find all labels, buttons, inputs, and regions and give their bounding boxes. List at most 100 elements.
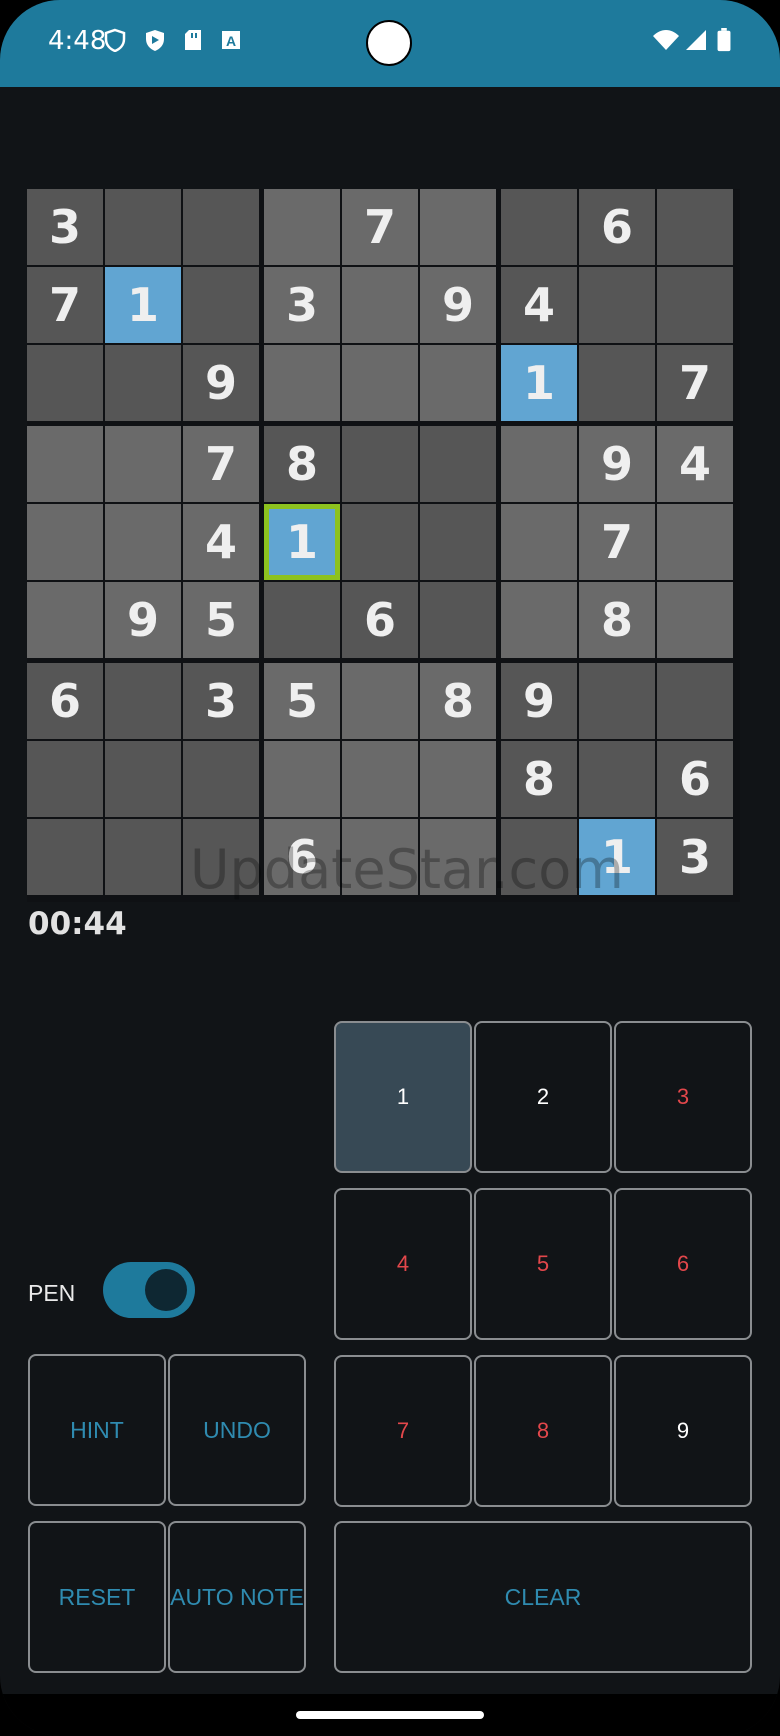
- board-cell-r1-c3[interactable]: [183, 189, 259, 265]
- number-button-5[interactable]: 5: [474, 1188, 612, 1340]
- board-cell-r8-c2[interactable]: [105, 741, 181, 817]
- hint-label: HINT: [70, 1416, 124, 1443]
- board-cell-r5-c8[interactable]: 7: [579, 504, 655, 580]
- svg-text:A: A: [226, 33, 236, 49]
- board-cell-r8-c8[interactable]: [579, 741, 655, 817]
- board-cell-r4-c8[interactable]: 9: [579, 426, 655, 502]
- board-cell-r5-c3[interactable]: 4: [183, 504, 259, 580]
- board-cell-r9-c2[interactable]: [105, 819, 181, 895]
- board-cell-r3-c6[interactable]: [420, 345, 496, 421]
- board-cell-r2-c1[interactable]: 7: [27, 267, 103, 343]
- reset-button[interactable]: RESET: [28, 1521, 166, 1673]
- board-cell-r6-c2[interactable]: 9: [105, 582, 181, 658]
- board-cell-r9-c8[interactable]: 1: [579, 819, 655, 895]
- home-gesture-pill[interactable]: [296, 1711, 484, 1719]
- board-cell-r1-c4[interactable]: [264, 189, 340, 265]
- board-cell-r1-c8[interactable]: 6: [579, 189, 655, 265]
- board-cell-r9-c4[interactable]: 6: [264, 819, 340, 895]
- board-cell-r9-c1[interactable]: [27, 819, 103, 895]
- board-cell-r7-c4[interactable]: 5: [264, 663, 340, 739]
- board-cell-r2-c9[interactable]: [657, 267, 733, 343]
- number-button-6[interactable]: 6: [614, 1188, 752, 1340]
- number-button-2[interactable]: 2: [474, 1021, 612, 1173]
- board-cell-r3-c9[interactable]: 7: [657, 345, 733, 421]
- board-cell-r8-c1[interactable]: [27, 741, 103, 817]
- board-cell-r6-c6[interactable]: [420, 582, 496, 658]
- board-cell-r2-c5[interactable]: [342, 267, 418, 343]
- board-cell-r7-c6[interactable]: 8: [420, 663, 496, 739]
- board-cell-r4-c4[interactable]: 8: [264, 426, 340, 502]
- board-cell-r6-c4[interactable]: [264, 582, 340, 658]
- board-cell-r7-c3[interactable]: 3: [183, 663, 259, 739]
- number-button-8[interactable]: 8: [474, 1355, 612, 1507]
- board-cell-r3-c8[interactable]: [579, 345, 655, 421]
- board-cell-r8-c7[interactable]: 8: [501, 741, 577, 817]
- board-cell-r7-c1[interactable]: 6: [27, 663, 103, 739]
- number-button-1[interactable]: 1: [334, 1021, 472, 1173]
- board-cell-r8-c3[interactable]: [183, 741, 259, 817]
- board-cell-r6-c3[interactable]: 5: [183, 582, 259, 658]
- board-cell-r5-c5[interactable]: [342, 504, 418, 580]
- board-cell-r5-c7[interactable]: [501, 504, 577, 580]
- board-cell-r9-c5[interactable]: [342, 819, 418, 895]
- board-cell-r5-c6[interactable]: [420, 504, 496, 580]
- board-cell-r3-c4[interactable]: [264, 345, 340, 421]
- board-cell-r2-c3[interactable]: [183, 267, 259, 343]
- board-cell-r8-c9[interactable]: 6: [657, 741, 733, 817]
- board-cell-r8-c6[interactable]: [420, 741, 496, 817]
- number-button-4[interactable]: 4: [334, 1188, 472, 1340]
- pen-label: PEN: [28, 1280, 76, 1306]
- pen-toggle[interactable]: [103, 1262, 195, 1318]
- hint-button[interactable]: HINT: [28, 1354, 166, 1506]
- board-cell-r4-c3[interactable]: 7: [183, 426, 259, 502]
- board-cell-r1-c5[interactable]: 7: [342, 189, 418, 265]
- board-cell-r5-c2[interactable]: [105, 504, 181, 580]
- board-cell-r9-c7[interactable]: [501, 819, 577, 895]
- board-cell-r1-c9[interactable]: [657, 189, 733, 265]
- board-cell-r4-c2[interactable]: [105, 426, 181, 502]
- board-cell-r6-c8[interactable]: 8: [579, 582, 655, 658]
- board-cell-r5-c4[interactable]: 1: [264, 504, 340, 580]
- board-cell-r4-c9[interactable]: 4: [657, 426, 733, 502]
- number-button-3[interactable]: 3: [614, 1021, 752, 1173]
- board-cell-r6-c9[interactable]: [657, 582, 733, 658]
- undo-button[interactable]: UNDO: [168, 1354, 306, 1506]
- board-cell-r2-c7[interactable]: 4: [501, 267, 577, 343]
- board-cell-r3-c5[interactable]: [342, 345, 418, 421]
- board-cell-r1-c7[interactable]: [501, 189, 577, 265]
- board-cell-r7-c9[interactable]: [657, 663, 733, 739]
- board-cell-r7-c5[interactable]: [342, 663, 418, 739]
- board-cell-r7-c8[interactable]: [579, 663, 655, 739]
- board-cell-r3-c2[interactable]: [105, 345, 181, 421]
- board-cell-r8-c4[interactable]: [264, 741, 340, 817]
- board-cell-r9-c9[interactable]: 3: [657, 819, 733, 895]
- board-cell-r5-c1[interactable]: [27, 504, 103, 580]
- auto-note-button[interactable]: AUTO NOTE: [168, 1521, 306, 1673]
- board-cell-r2-c4[interactable]: 3: [264, 267, 340, 343]
- board-cell-r1-c1[interactable]: 3: [27, 189, 103, 265]
- board-cell-r3-c3[interactable]: 9: [183, 345, 259, 421]
- board-cell-r1-c2[interactable]: [105, 189, 181, 265]
- board-cell-r5-c9[interactable]: [657, 504, 733, 580]
- clear-button[interactable]: CLEAR: [334, 1521, 752, 1673]
- board-cell-r3-c1[interactable]: [27, 345, 103, 421]
- board-cell-r2-c8[interactable]: [579, 267, 655, 343]
- board-cell-r4-c5[interactable]: [342, 426, 418, 502]
- board-cell-r6-c7[interactable]: [501, 582, 577, 658]
- board-cell-r7-c7[interactable]: 9: [501, 663, 577, 739]
- board-cell-r9-c6[interactable]: [420, 819, 496, 895]
- board-cell-r4-c6[interactable]: [420, 426, 496, 502]
- board-cell-r4-c1[interactable]: [27, 426, 103, 502]
- board-cell-r2-c2[interactable]: 1: [105, 267, 181, 343]
- board-cell-r6-c5[interactable]: 6: [342, 582, 418, 658]
- number-button-7[interactable]: 7: [334, 1355, 472, 1507]
- board-cell-r6-c1[interactable]: [27, 582, 103, 658]
- board-cell-r9-c3[interactable]: [183, 819, 259, 895]
- number-button-9[interactable]: 9: [614, 1355, 752, 1507]
- board-cell-r2-c6[interactable]: 9: [420, 267, 496, 343]
- board-cell-r7-c2[interactable]: [105, 663, 181, 739]
- board-cell-r3-c7[interactable]: 1: [501, 345, 577, 421]
- board-cell-r1-c6[interactable]: [420, 189, 496, 265]
- board-cell-r4-c7[interactable]: [501, 426, 577, 502]
- board-cell-r8-c5[interactable]: [342, 741, 418, 817]
